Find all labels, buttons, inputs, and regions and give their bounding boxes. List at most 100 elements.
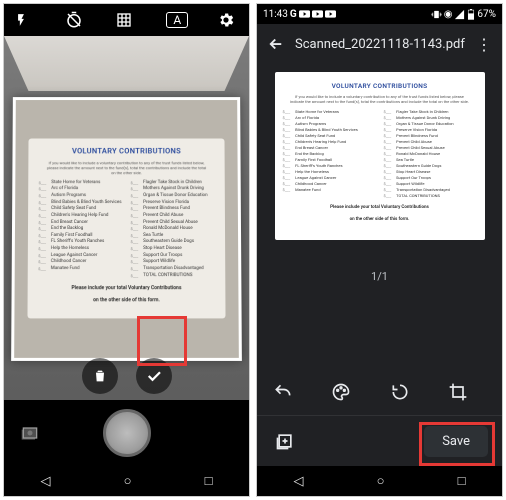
doc-line-item: Prevent Child Sexual Abuse	[384, 145, 477, 150]
android-nav-bar: ◁ ○ □	[257, 466, 502, 496]
crop-icon[interactable]	[448, 382, 486, 402]
doc-line-item: Support Wildlife	[384, 181, 477, 186]
nav-home-icon[interactable]: ○	[124, 473, 132, 489]
doc-line-item: Sea Turtle	[384, 157, 477, 162]
doc-line-item: Flagler Take Stock in Children	[130, 180, 214, 186]
status-google-icon: G	[290, 9, 297, 20]
doc-line-item: Southeastern Guide Dogs	[131, 239, 215, 245]
timer-off-icon[interactable]	[65, 11, 87, 29]
doc-line-item: End Breast Cancer	[38, 220, 122, 226]
shutter-button[interactable]	[103, 409, 151, 457]
doc-line-item: Flagler Take Stock in Children	[384, 109, 477, 114]
app-bar: Scanned_20221118-1143.pdf ⋮	[257, 24, 502, 64]
doc-line-item: Southeastern Guide Dogs	[384, 163, 477, 168]
capture-action-bar	[82, 358, 172, 394]
add-page-icon[interactable]	[275, 431, 295, 451]
doc-line-item: Manatee Fund	[283, 187, 376, 192]
doc-line-item: Blind Babies & Blind Youth Services	[283, 127, 376, 132]
grid-icon[interactable]	[116, 12, 138, 28]
android-status-bar: 11:43 G ◉ 67%	[257, 4, 502, 24]
confirm-button[interactable]	[136, 358, 172, 394]
doc-subtitle: If you would like to include a voluntary…	[283, 94, 477, 104]
doc-line-item: Prevent Blindness Fund	[384, 133, 477, 138]
doc-line-item: Mothers Against Drunk Driving	[130, 187, 214, 193]
doc-line-item: League Against Cancer	[38, 253, 122, 259]
nav-back-icon[interactable]: ◁	[41, 474, 51, 489]
page-indicator: 1/1	[371, 270, 388, 283]
doc-line-item: Transportation Disadvantaged	[131, 266, 215, 272]
status-time: 11:43	[263, 9, 288, 20]
doc-line-item: Ronald McDonald House	[384, 151, 477, 156]
doc-line-item: Childhood Cancer	[283, 181, 376, 186]
doc-line-item: Help the Homeless	[283, 169, 376, 174]
doc-footer-2: on the other side of this form.	[283, 217, 477, 223]
doc-line-item: Arc of Florida	[39, 187, 123, 193]
doc-line-item: Children's Hearing Help Fund	[38, 213, 122, 219]
nav-recent-icon[interactable]: □	[458, 473, 466, 489]
palette-icon[interactable]	[331, 382, 369, 402]
doc-line-item: Child Safety Seat Fund	[38, 206, 122, 212]
android-nav-bar: ◁ ○ □	[4, 466, 249, 496]
bottom-action-bar: Save	[257, 416, 502, 466]
save-button[interactable]: Save	[424, 426, 488, 457]
settings-icon[interactable]	[217, 11, 239, 29]
document-preview-area[interactable]: VOLUNTARY CONTRIBUTIONS If you would lik…	[257, 64, 502, 369]
status-youtube-icon	[325, 10, 336, 18]
doc-line-item: Organ & Tissue Donor Education	[384, 121, 477, 126]
undo-icon[interactable]	[273, 382, 311, 402]
doc-line-item: Autism Programs	[39, 193, 123, 199]
doc-line-item: Mothers Against Drunk Driving	[384, 115, 477, 120]
nav-recent-icon[interactable]: □	[205, 473, 213, 489]
status-vibrate-icon	[431, 9, 442, 20]
doc-line-item: Family First Foodhall	[38, 233, 122, 239]
doc-line-item: Prevent Child Abuse	[130, 213, 214, 219]
status-battery-pct: 67%	[477, 9, 496, 20]
auto-mode-label[interactable]: A	[166, 12, 188, 28]
doc-line-item: Stop Heart Disease	[131, 246, 215, 252]
doc-line-item: Organ & Tissue Donor Education	[130, 193, 214, 199]
status-youtube-icon	[299, 10, 310, 18]
page-preview: VOLUNTARY CONTRIBUTIONS If you would lik…	[275, 72, 485, 240]
camera-viewport: VOLUNTARY CONTRIBUTIONS If you would lik…	[4, 36, 249, 400]
doc-line-item: Ronald McDonald House	[130, 226, 214, 232]
doc-line-item: Stop Heart Disease	[384, 169, 477, 174]
doc-line-item: End the Backlog	[283, 151, 376, 156]
status-signal-icon	[454, 9, 465, 20]
flash-icon[interactable]	[14, 11, 36, 29]
delete-button[interactable]	[82, 358, 118, 394]
camera-capture-screen: A VOLUNTARY CONTRIBUTIONS If you would l…	[3, 3, 250, 497]
doc-title: VOLUNTARY CONTRIBUTIONS	[39, 147, 214, 156]
doc-line-item: Support Our Troops	[384, 175, 477, 180]
doc-line-item: Childhood Cancer	[38, 259, 122, 265]
shutter-bar	[4, 400, 249, 466]
status-youtube-icon	[312, 10, 323, 18]
nav-home-icon[interactable]: ○	[377, 473, 385, 489]
doc-footer-2: on the other side of this form.	[38, 298, 215, 304]
doc-line-item: Prevent Child Sexual Abuse	[130, 220, 214, 226]
doc-line-item: TOTAL CONTRIBUTIONS	[384, 193, 477, 198]
rotate-icon[interactable]	[390, 382, 428, 402]
doc-line-item: Preserve Vision Florida	[130, 200, 214, 206]
gallery-icon[interactable]	[18, 421, 42, 445]
doc-line-item: FL Sheriff's Youth Ranches	[283, 163, 376, 168]
camera-top-toolbar: A	[4, 4, 249, 36]
status-battery-icon	[467, 9, 475, 20]
capture-crop-frame[interactable]: VOLUNTARY CONTRIBUTIONS If you would lik…	[11, 97, 242, 361]
edit-toolbar	[257, 369, 502, 415]
doc-line-item: Prevent Blindness Fund	[130, 206, 214, 212]
doc-line-item: Sea Turtle	[131, 233, 215, 239]
scan-review-screen: 11:43 G ◉ 67%	[256, 3, 503, 497]
doc-line-item: Children's Hearing Help Fund	[283, 139, 376, 144]
scanned-document: VOLUNTARY CONTRIBUTIONS If you would lik…	[28, 139, 225, 318]
doc-subtitle: If you would like to include a voluntary…	[39, 160, 215, 175]
doc-line-item: End Breast Cancer	[283, 145, 376, 150]
nav-back-icon[interactable]: ◁	[294, 474, 304, 489]
doc-line-item: End the Backlog	[38, 226, 122, 232]
back-icon[interactable]	[267, 35, 285, 53]
doc-line-item: State Home for Veterans	[283, 109, 376, 114]
doc-footer-1: Please include your total Voluntary Cont…	[38, 285, 215, 291]
more-icon[interactable]: ⋮	[476, 35, 492, 54]
doc-line-item: Autism Programs	[283, 121, 376, 126]
doc-footer-1: Please include your total Voluntary Cont…	[283, 205, 477, 211]
doc-line-item: Help the Homeless	[38, 246, 122, 252]
